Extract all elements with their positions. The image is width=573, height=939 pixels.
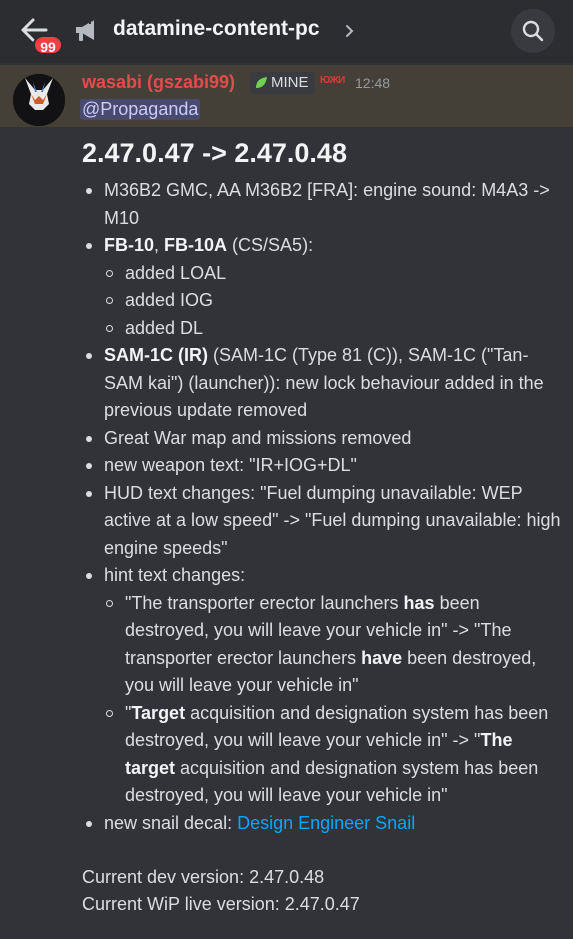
author-name[interactable]: wasabi (gszabi99) — [82, 72, 235, 93]
list-item: FB-10, FB-10A (CS/SA5): added LOAL added… — [82, 232, 562, 342]
message-content: 2.47.0.47 -> 2.47.0.48 M36B2 GMC, AA M36… — [82, 137, 562, 918]
unread-badge: 99 — [33, 35, 63, 55]
search-icon — [522, 20, 544, 42]
list-item: Great War map and missions removed — [82, 425, 562, 453]
dev-version: Current dev version: 2.47.0.48 — [82, 867, 325, 887]
server-tag: ЮЖИ — [320, 75, 345, 86]
list-item: new snail decal: Design Engineer Snail — [82, 810, 562, 838]
leaf-icon — [256, 77, 267, 88]
sub-list-item: "The transporter erector launchers has b… — [104, 590, 562, 700]
list-item: SAM-1C (IR) (SAM-1C (Type 81 (C)), SAM-1… — [82, 342, 562, 425]
list-item: hint text changes: "The transporter erec… — [82, 562, 562, 810]
chevron-right-icon[interactable] — [343, 20, 357, 42]
sub-list-item: added DL — [104, 315, 562, 343]
channel-header: 99 datamine-content-pc — [0, 0, 573, 63]
live-version: Current WiP live version: 2.47.0.47 — [82, 894, 360, 914]
timestamp: 12:48 — [355, 75, 391, 91]
search-button[interactable] — [511, 9, 555, 53]
list-item: M36B2 GMC, AA M36B2 [FRA]: engine sound:… — [82, 177, 562, 232]
sub-list-item: "Target acquisition and designation syst… — [104, 700, 562, 810]
sub-list: "The transporter erector launchers has b… — [104, 590, 562, 810]
role-mention[interactable]: @Propaganda — [80, 99, 201, 120]
list-item: new weapon text: "IR+IOG+DL" — [82, 452, 562, 480]
sub-list: added LOAL added IOG added DL — [104, 260, 562, 343]
role-tag: MINE — [250, 72, 315, 94]
message-heading: 2.47.0.47 -> 2.47.0.48 — [82, 138, 347, 168]
sub-list-item: added IOG — [104, 287, 562, 315]
version-info: Current dev version: 2.47.0.48 Current W… — [82, 864, 562, 918]
avatar[interactable] — [13, 74, 65, 126]
list-item: HUD text changes: "Fuel dumping unavaila… — [82, 480, 562, 563]
announcement-channel-icon — [72, 14, 104, 46]
role-tag-label: MINE — [271, 74, 309, 91]
decal-link[interactable]: Design Engineer Snail — [237, 813, 415, 833]
channel-title[interactable]: datamine-content-pc — [113, 17, 320, 41]
changelog-list: M36B2 GMC, AA M36B2 [FRA]: engine sound:… — [82, 177, 562, 837]
sub-list-item: added LOAL — [104, 260, 562, 288]
